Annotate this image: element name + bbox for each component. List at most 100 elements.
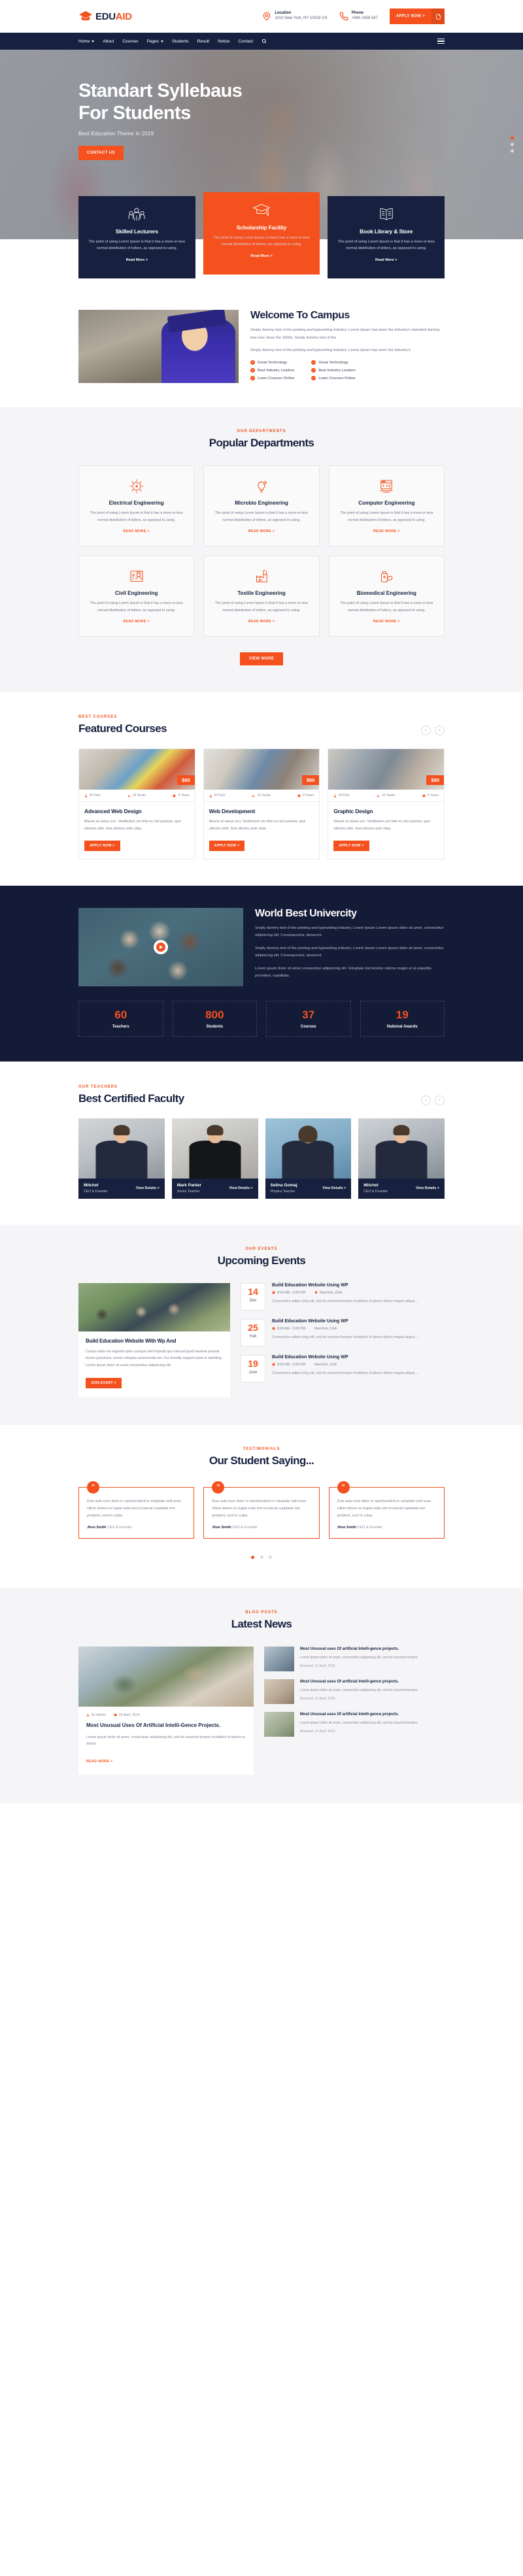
user-icon — [333, 794, 337, 797]
counter-label: Teachers — [112, 1024, 129, 1029]
teacher-card-selina-gomaj[interactable]: Selina Gomaj Physics Teacher View Detail… — [265, 1118, 352, 1199]
blog-side-meta: Mudassir, 21 April, 2019 — [300, 1664, 335, 1668]
department-card-electrical[interactable]: Electrical Engineering The point of usin… — [78, 465, 195, 547]
top-bar: EDUAID Location 1010 New York, NY 10018 … — [0, 0, 523, 33]
teacher-view-details-link[interactable]: View Details > — [229, 1186, 252, 1190]
blog-side-title: Most Unusual uses Of artificial Intelli-… — [300, 1712, 399, 1716]
department-read-more[interactable]: READ MORE > — [123, 529, 150, 533]
nav-item-home[interactable]: Home — [78, 39, 95, 44]
department-read-more[interactable]: READ MORE > — [248, 620, 275, 624]
blog-side-thumbnail — [264, 1646, 294, 1671]
hero-dot-1[interactable] — [511, 136, 514, 140]
document-icon[interactable] — [431, 8, 445, 24]
event-day: 19 — [248, 1358, 258, 1369]
course-title: Web Development — [209, 808, 256, 815]
hamburger-menu-icon[interactable] — [437, 38, 445, 44]
event-item-feb-25[interactable]: 25 Feb Build Education Website Using WP … — [241, 1318, 445, 1347]
nav-item-about[interactable]: About — [103, 39, 114, 44]
featured-blog-post[interactable]: By Admin 28 April, 2019 Most Unusual Use… — [78, 1646, 254, 1775]
course-card-graphic-design[interactable]: $80 M Park 16 Seats 4 Years Graphic Desi… — [328, 748, 445, 860]
course-duration-label: 4 Years — [427, 794, 439, 798]
welcome-feature-list-left: ✓ Great Technology ✓ Best Industry Leaders… — [250, 360, 294, 384]
course-teacher-label: M Park — [214, 794, 226, 798]
testimonial-dot-3[interactable] — [268, 1555, 272, 1559]
nav-item-result[interactable]: Result — [197, 39, 209, 44]
department-card-civil[interactable]: Civil Engineering The point of using Lor… — [78, 556, 195, 637]
seats-icon — [127, 794, 131, 797]
department-card-biomedical[interactable]: Biomedical Engineering The point of usin… — [328, 556, 445, 637]
nav-item-contact[interactable]: Contact — [239, 39, 253, 44]
department-card-microbio[interactable]: Microbio Engineering The point of using … — [203, 465, 320, 547]
feature-title: Scholarship Facility — [236, 224, 287, 231]
feature-box-skilled-lecturers[interactable]: Skilled Lecturers The point of using Lor… — [78, 196, 195, 278]
teacher-view-details-link[interactable]: View Details > — [322, 1186, 346, 1190]
department-card-textile[interactable]: Textile Engineering The point of using L… — [203, 556, 320, 637]
teacher-view-details-link[interactable]: View Details > — [416, 1186, 439, 1190]
hero-slider-dots[interactable] — [511, 133, 514, 156]
feature-read-more-link[interactable]: Read More > — [250, 254, 272, 258]
testimonial-dot-2[interactable] — [260, 1555, 263, 1559]
teacher-view-details-link[interactable]: View Details > — [136, 1186, 160, 1190]
nav-label: Pages — [146, 39, 159, 44]
blog-side-item-3[interactable]: Most Unusual uses Of artificial Intelli-… — [264, 1711, 445, 1737]
event-date-badge: 14 Dec — [241, 1282, 265, 1311]
main-navbar: Home About Courses Pages Students Result… — [0, 33, 523, 50]
blog-side-title: Most Unusual uses Of artificial Intelli-… — [300, 1679, 399, 1684]
feature-read-more-link[interactable]: Read More > — [375, 258, 397, 262]
teachers-carousel-arrows: ‹ › — [421, 1095, 445, 1105]
testimonials-slider-dots[interactable] — [78, 1550, 445, 1562]
departments-view-more-button[interactable]: VIEW MORE — [239, 652, 284, 666]
testimonials-grid: “ Duis aute irure dolor in reprehenderit… — [78, 1480, 445, 1539]
nav-item-notice[interactable]: Notice — [218, 39, 229, 44]
join-event-button[interactable]: JOIN EVENT > — [86, 1377, 122, 1388]
featured-blog-read-more[interactable]: READ MORE > — [86, 1760, 113, 1764]
hero-dot-3[interactable] — [511, 149, 514, 153]
teacher-card-mitchel-2[interactable]: Mitchel CEO & Founder View Details > — [358, 1118, 445, 1199]
hero-contact-button[interactable]: CONTACT US — [78, 146, 124, 161]
featured-event-card[interactable]: Build Education Website With Wp And Colu… — [78, 1282, 230, 1397]
counter-number: 19 — [396, 1008, 409, 1021]
teachers-prev-arrow-icon[interactable]: ‹ — [421, 1095, 431, 1105]
teacher-card-mitchel-1[interactable]: Mitchel CEO & Founder View Details > — [78, 1118, 165, 1199]
course-apply-button[interactable]: APPLY NOW > — [333, 840, 369, 851]
events-section: OUR EVENTS Upcoming Events Build Educati… — [0, 1224, 523, 1425]
course-apply-button[interactable]: APPLY NOW > — [209, 840, 245, 851]
course-seats: 16 Seats — [252, 794, 271, 797]
department-card-computer[interactable]: Computer Engineering The point of using … — [328, 465, 445, 547]
nav-item-courses[interactable]: Courses — [122, 39, 138, 44]
event-item-june-19[interactable]: 19 June Build Education Website Using WP… — [241, 1354, 445, 1382]
course-duration-label: 4 Years — [303, 794, 314, 798]
teacher-card-mark-parker[interactable]: Mark Parker Senior Teacher View Details … — [171, 1118, 258, 1199]
apply-now-button[interactable]: APPLY NOW > — [389, 8, 431, 24]
graduation-cap-icon — [78, 10, 93, 22]
nav-item-students[interactable]: Students — [172, 39, 189, 44]
course-card-web-development[interactable]: $80 M Park 16 Seats 4 Years Web Developm… — [203, 748, 320, 860]
department-read-more[interactable]: READ MORE > — [373, 529, 400, 533]
nav-item-pages[interactable]: Pages — [147, 39, 163, 44]
blog-side-item-2[interactable]: Most Unusual uses Of artificial Intelli-… — [264, 1679, 445, 1704]
university-video-thumbnail[interactable] — [78, 907, 243, 986]
feature-box-scholarship-facility[interactable]: Scholarship Facility The point of using … — [203, 192, 320, 275]
courses-prev-arrow-icon[interactable]: ‹ — [421, 726, 431, 736]
department-read-more[interactable]: READ MORE > — [123, 620, 150, 624]
department-text: The point of using Lorem Ipsum is that i… — [214, 601, 309, 612]
courses-next-arrow-icon[interactable]: › — [435, 726, 445, 736]
testimonial-dot-1[interactable] — [251, 1555, 255, 1559]
teachers-next-arrow-icon[interactable]: › — [435, 1095, 445, 1105]
clock-icon — [272, 1363, 275, 1366]
department-read-more[interactable]: READ MORE > — [248, 529, 275, 533]
feature-box-book-library[interactable]: Book Library & Store The point of using … — [328, 196, 445, 278]
course-apply-button[interactable]: APPLY NOW > — [84, 840, 120, 851]
lecturers-group-icon — [87, 206, 187, 223]
search-icon[interactable] — [262, 39, 267, 44]
play-button-icon[interactable] — [154, 939, 168, 954]
teacher-name: Mitchel — [363, 1182, 379, 1188]
hero-dot-2[interactable] — [511, 142, 514, 146]
department-read-more[interactable]: READ MORE > — [373, 620, 400, 624]
site-logo[interactable]: EDUAID — [78, 10, 132, 22]
course-card-advanced-web-design[interactable]: $80 M Park 16 Seats 4 Years Advanced Web… — [78, 748, 195, 860]
event-item-dec-14[interactable]: 14 Dec Build Education Website Using WP … — [241, 1282, 445, 1311]
blog-side-item-1[interactable]: Most Unusual uses Of artificial Intelli-… — [264, 1646, 445, 1671]
feature-read-more-link[interactable]: Read More > — [126, 258, 148, 262]
apply-now-group[interactable]: APPLY NOW > — [389, 8, 445, 24]
